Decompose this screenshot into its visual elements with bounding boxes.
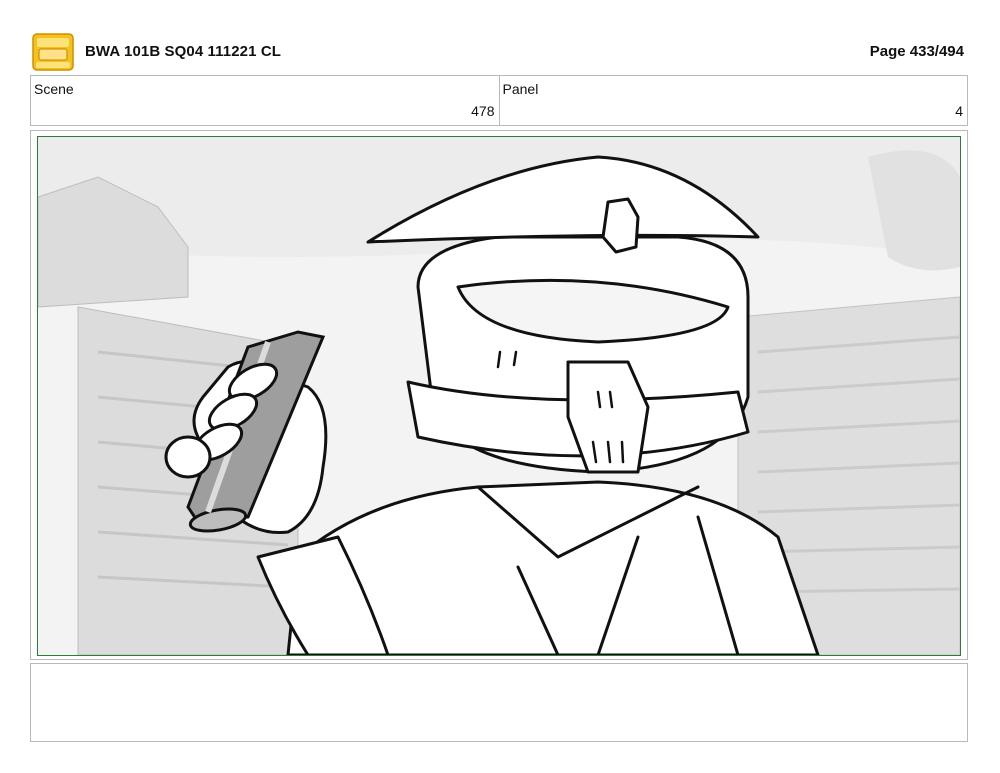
document-title: BWA 101B SQ04 111221 CL [85,43,282,60]
scene-label: Scene [34,81,74,97]
notes-box [30,663,968,742]
scene-value: 478 [471,103,495,119]
panel-frame [30,130,968,660]
page-number: Page 433/494 [869,43,964,60]
scene-panel-info: Scene 478 Panel 4 [30,75,968,126]
show-logo-icon [31,30,75,74]
scene-cell: Scene 478 [31,76,499,125]
panel-value: 4 [955,103,963,119]
storyboard-sketch-icon [37,136,961,656]
panel-cell: Panel 4 [498,76,968,125]
panel-label: Panel [502,81,539,97]
